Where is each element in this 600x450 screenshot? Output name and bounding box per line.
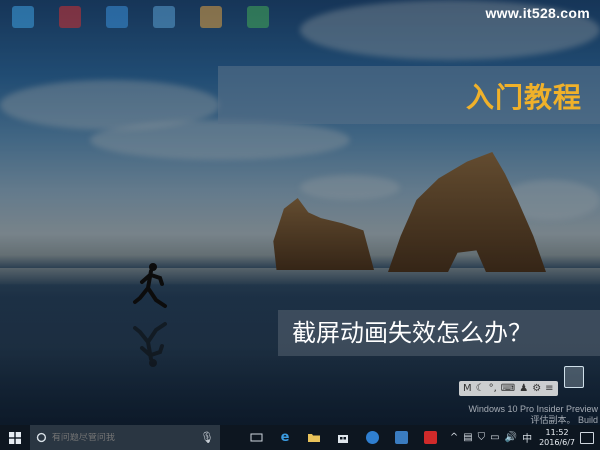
- person-icon[interactable]: ♟: [519, 383, 528, 394]
- search-input[interactable]: [51, 432, 201, 443]
- edge-button[interactable]: e: [273, 425, 297, 450]
- desktop-icon[interactable]: [53, 4, 87, 42]
- file-explorer-button[interactable]: [302, 425, 326, 450]
- windows-logo-icon: [9, 431, 21, 444]
- clock-time: 11:52: [545, 427, 569, 437]
- moon-icon[interactable]: ☾: [476, 383, 485, 394]
- ime-toolbar[interactable]: M ☾ °, ⌨ ♟ ⚙ ≡: [459, 381, 558, 396]
- app-icon: [59, 6, 81, 28]
- banner-title: 入门教程: [465, 81, 582, 114]
- cortana-circle-icon: [36, 432, 47, 443]
- store-button[interactable]: [331, 425, 355, 450]
- app-icon: [12, 6, 34, 28]
- watermark-line1: Windows 10 Pro Insider Preview: [468, 404, 598, 414]
- site-url: www.it528.com: [485, 5, 590, 21]
- clock-date: 2016/6/7: [539, 437, 575, 447]
- app-icon: [200, 6, 222, 28]
- article-subtitle: 截屏动画失效怎么办？: [278, 310, 600, 356]
- title-banner: 入门教程: [218, 66, 600, 124]
- network-icon[interactable]: ▤: [463, 432, 472, 443]
- ime-language-icon[interactable]: 中: [522, 430, 532, 445]
- desktop-icon[interactable]: [147, 4, 181, 42]
- shield-icon[interactable]: ⛉: [478, 432, 486, 443]
- notification-center-icon[interactable]: [580, 431, 594, 444]
- app-icon: [106, 6, 128, 28]
- media-app-button[interactable]: [418, 425, 442, 450]
- task-view-button[interactable]: [244, 425, 268, 450]
- folder-icon: [308, 434, 320, 442]
- gear-icon[interactable]: ⚙: [532, 383, 541, 394]
- wallpaper-dim-overlay: [0, 0, 600, 425]
- desktop-icon[interactable]: [194, 4, 228, 42]
- desktop-icon[interactable]: [6, 4, 40, 42]
- cortana-search-box[interactable]: 🎙: [30, 425, 220, 450]
- app-button[interactable]: [389, 425, 413, 450]
- browser-app-button[interactable]: [360, 425, 384, 450]
- desktop-icon[interactable]: [241, 4, 275, 42]
- clock[interactable]: 11:52 2016/6/7: [539, 428, 575, 448]
- desktop-wallpaper: [0, 0, 600, 425]
- app-icon: [247, 6, 269, 28]
- menu-icon[interactable]: ≡: [545, 383, 553, 394]
- app-icon: [394, 431, 408, 444]
- desktop-icon[interactable]: [100, 4, 134, 42]
- chevron-up-icon[interactable]: ^: [450, 432, 458, 443]
- punct-icon[interactable]: °,: [489, 383, 497, 394]
- battery-icon[interactable]: ▭: [490, 432, 499, 443]
- start-button[interactable]: [0, 425, 30, 450]
- task-view-icon: [250, 433, 262, 442]
- globe-icon: [365, 431, 379, 444]
- ime-mode[interactable]: M: [463, 383, 472, 394]
- microphone-icon[interactable]: 🎙: [200, 431, 214, 444]
- edge-icon: e: [280, 430, 290, 445]
- app-icon: [153, 6, 175, 28]
- recycle-bin[interactable]: [555, 366, 593, 404]
- store-bag-icon: [338, 434, 348, 443]
- volume-icon[interactable]: 🔊: [505, 432, 517, 443]
- system-tray: ^ ▤ ⛉ ▭ 🔊 中 11:52 2016/6/7: [450, 425, 600, 450]
- taskbar: 🎙 e ^ ▤ ⛉ ▭ 🔊 中 11:52 2016/: [0, 425, 600, 450]
- desktop-icons: [6, 4, 276, 44]
- recycle-bin-icon: [564, 366, 584, 388]
- keyboard-icon[interactable]: ⌨: [501, 383, 515, 394]
- media-app-icon: [423, 431, 437, 444]
